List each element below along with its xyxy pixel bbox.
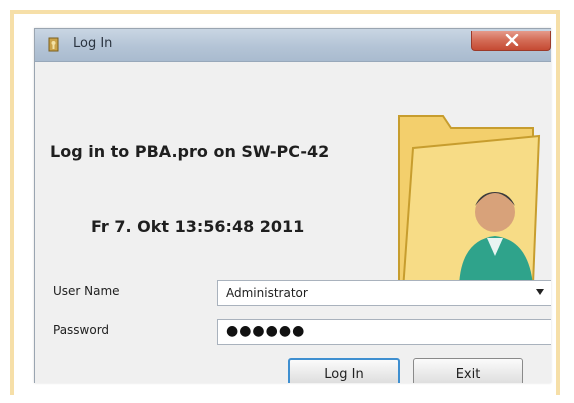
title-bar[interactable]: Log In	[35, 29, 551, 62]
close-button[interactable]	[471, 31, 551, 51]
chevron-down-icon[interactable]	[536, 289, 544, 295]
close-icon	[505, 34, 519, 46]
username-value: Administrator	[226, 286, 308, 300]
user-folder-icon	[398, 115, 541, 292]
password-label: Password	[53, 323, 110, 337]
login-dialog: Log In Log in to PBA.pro on SW-PC-42 Fr …	[34, 28, 551, 383]
login-button[interactable]: Log In	[288, 358, 400, 383]
exit-button[interactable]: Exit	[413, 358, 523, 383]
window-title: Log In	[73, 36, 113, 51]
key-icon	[48, 37, 59, 52]
datetime-text: Fr 7. Okt 13:56:48 2011	[91, 217, 305, 236]
password-value: ●●●●●●	[226, 323, 306, 339]
username-label: User Name	[53, 284, 120, 298]
dialog-body: Log in to PBA.pro on SW-PC-42 Fr 7. Okt …	[35, 62, 551, 383]
login-heading: Log in to PBA.pro on SW-PC-42	[50, 142, 330, 161]
username-select[interactable]: Administrator	[217, 280, 551, 306]
password-field[interactable]: ●●●●●●	[217, 319, 551, 345]
